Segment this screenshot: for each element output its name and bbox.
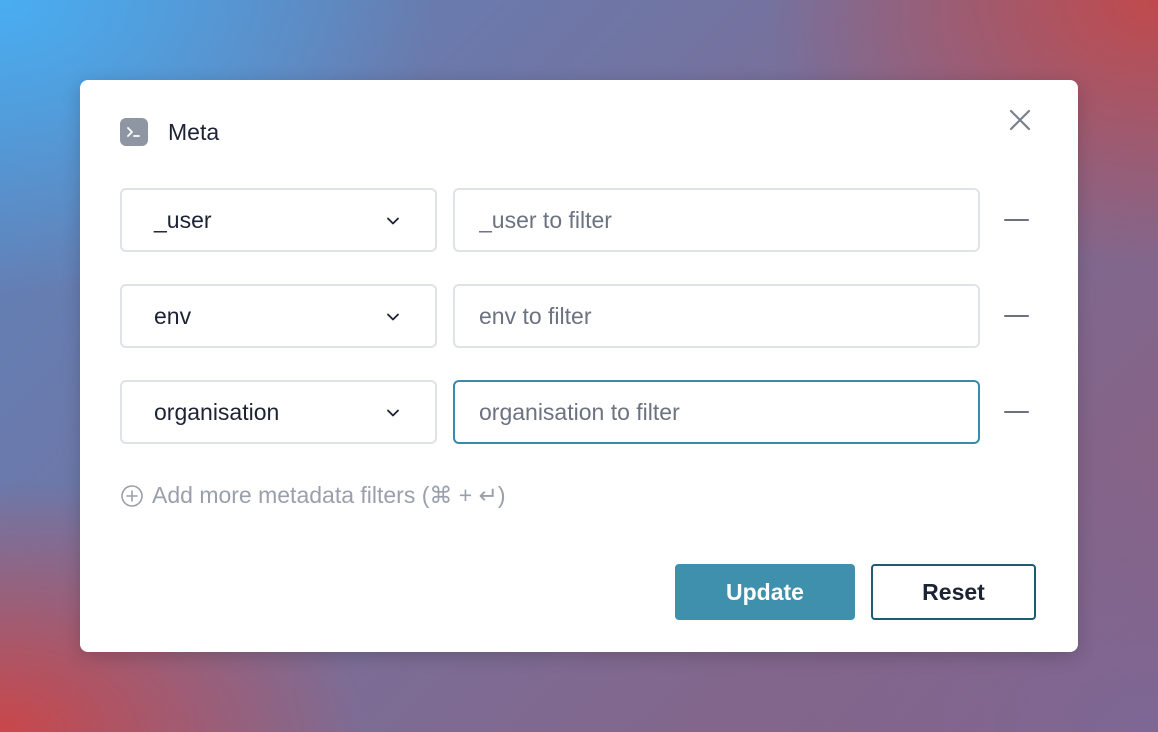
remove-filter-button[interactable]	[1003, 400, 1029, 424]
filter-key-label: _user	[154, 206, 212, 233]
filter-value-input[interactable]	[453, 188, 980, 252]
filter-value-input[interactable]	[453, 284, 980, 348]
filter-key-select[interactable]: _user	[120, 188, 437, 252]
minus-icon	[1003, 410, 1029, 414]
minus-icon	[1003, 314, 1029, 318]
dialog-title: Meta	[168, 118, 220, 145]
update-button[interactable]: Update	[675, 564, 855, 620]
terminal-icon	[120, 118, 148, 146]
filter-key-label: env	[154, 302, 192, 329]
filter-row: env	[120, 284, 1040, 348]
remove-filter-button[interactable]	[1003, 208, 1029, 232]
filter-key-select[interactable]: env	[120, 284, 437, 348]
filter-key-label: organisation	[154, 398, 280, 425]
reset-button[interactable]: Reset	[871, 564, 1036, 620]
filter-row: _user	[120, 188, 1040, 252]
filter-value-input[interactable]	[453, 380, 980, 444]
filter-row: organisation	[120, 380, 1040, 444]
chevron-down-icon	[387, 217, 399, 225]
chevron-down-icon	[387, 313, 399, 321]
remove-filter-button[interactable]	[1003, 304, 1029, 328]
minus-icon	[1003, 218, 1029, 222]
meta-filter-dialog: Meta _user env	[80, 80, 1078, 652]
chevron-down-icon	[387, 409, 399, 417]
dialog-header: Meta	[120, 118, 219, 146]
plus-circle-icon	[121, 484, 143, 507]
close-button[interactable]	[1006, 106, 1034, 134]
add-filter-button[interactable]: Add more metadata filters (⌘ + ↵)	[120, 482, 506, 509]
close-icon	[1009, 109, 1031, 131]
filter-key-select[interactable]: organisation	[120, 380, 437, 444]
add-filter-label: Add more metadata filters (⌘ + ↵)	[152, 482, 506, 508]
